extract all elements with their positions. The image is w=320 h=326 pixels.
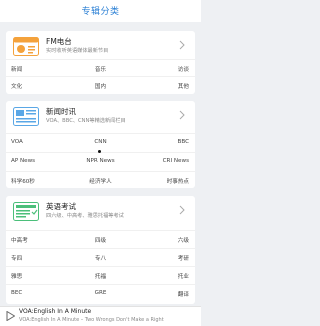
- tag-item[interactable]: 翻译: [178, 290, 189, 298]
- tag-item[interactable]: 六级: [178, 236, 189, 244]
- tag-item[interactable]: 专八: [6, 254, 195, 262]
- radio-icon: [13, 37, 39, 56]
- cursor-dot: [98, 150, 101, 153]
- tag-item[interactable]: CNN: [6, 139, 195, 145]
- category-header-exam[interactable]: 英语考试 四六级、中高考、雅思托福等考试: [6, 196, 195, 226]
- tag-item[interactable]: 托福: [6, 272, 195, 280]
- category-header-news[interactable]: 新闻时讯 VOA、BBC、CNN等精选新闻栏目: [6, 101, 195, 131]
- category-title: FM电台: [46, 37, 72, 46]
- category-desc: VOA、BBC、CNN等精选新闻栏目: [46, 118, 126, 124]
- category-header-fm[interactable]: FM电台 实时收听英语媒体最新节目: [6, 31, 195, 61]
- tag-item[interactable]: GRE: [6, 290, 195, 296]
- player-subtitle: VOA:English In A Minute – Two Wrongs Don…: [19, 317, 164, 323]
- player-title: VOA:English In A Minute: [19, 308, 92, 315]
- tag-row: 中高考 四级 六级: [6, 230, 195, 249]
- tag-item[interactable]: 考研: [178, 254, 189, 262]
- chevron-right-icon: [179, 40, 185, 50]
- category-card-fm: FM电台 实时收听英语媒体最新节目 新闻 音乐 访谈 文化 国内 其他: [6, 31, 195, 94]
- tag-item[interactable]: 四级: [6, 236, 195, 244]
- tag-row: 科学60秒 经济学人 时事热点: [6, 171, 195, 190]
- category-desc: 实时收听英语媒体最新节目: [46, 48, 109, 54]
- news-icon: [13, 107, 39, 126]
- category-title: 新闻时讯: [46, 107, 76, 116]
- category-title: 英语考试: [46, 202, 76, 211]
- tag-row: VOA CNN BBC: [6, 133, 195, 152]
- tag-item[interactable]: CRI News: [163, 158, 189, 164]
- tag-row: 专四 专八 考研: [6, 248, 195, 267]
- category-card-news: 新闻时讯 VOA、BBC、CNN等精选新闻栏目 VOA CNN BBC AP N…: [6, 101, 195, 188]
- play-icon[interactable]: [6, 311, 15, 321]
- tag-item[interactable]: 时事热点: [167, 177, 189, 185]
- tag-row: BEC GRE 翻译: [6, 284, 195, 303]
- chevron-right-icon: [179, 110, 185, 120]
- mini-player[interactable]: VOA:English In A Minute VOA:English In A…: [0, 306, 201, 326]
- tag-item[interactable]: 其他: [178, 82, 189, 90]
- tag-item[interactable]: 访谈: [178, 65, 189, 73]
- tag-row: AP News NPR News CRI News: [6, 150, 195, 171]
- tag-row: 文化 国内 其他: [6, 76, 195, 95]
- tag-item[interactable]: 托业: [178, 272, 189, 280]
- category-card-exam: 英语考试 四六级、中高考、雅思托福等考试 中高考 四级 六级 专四 专八 考研 …: [6, 196, 195, 304]
- category-desc: 四六级、中高考、雅思托福等考试: [46, 213, 124, 219]
- tag-item[interactable]: 音乐: [6, 65, 195, 73]
- tag-row: 雅思 托福 托业: [6, 266, 195, 285]
- top-bar: 专辑分类: [0, 0, 201, 22]
- tag-item[interactable]: BBC: [178, 139, 189, 145]
- page-title: 专辑分类: [81, 7, 120, 17]
- tag-item[interactable]: 国内: [6, 82, 195, 90]
- exam-icon: [13, 202, 39, 221]
- chevron-right-icon: [179, 205, 185, 215]
